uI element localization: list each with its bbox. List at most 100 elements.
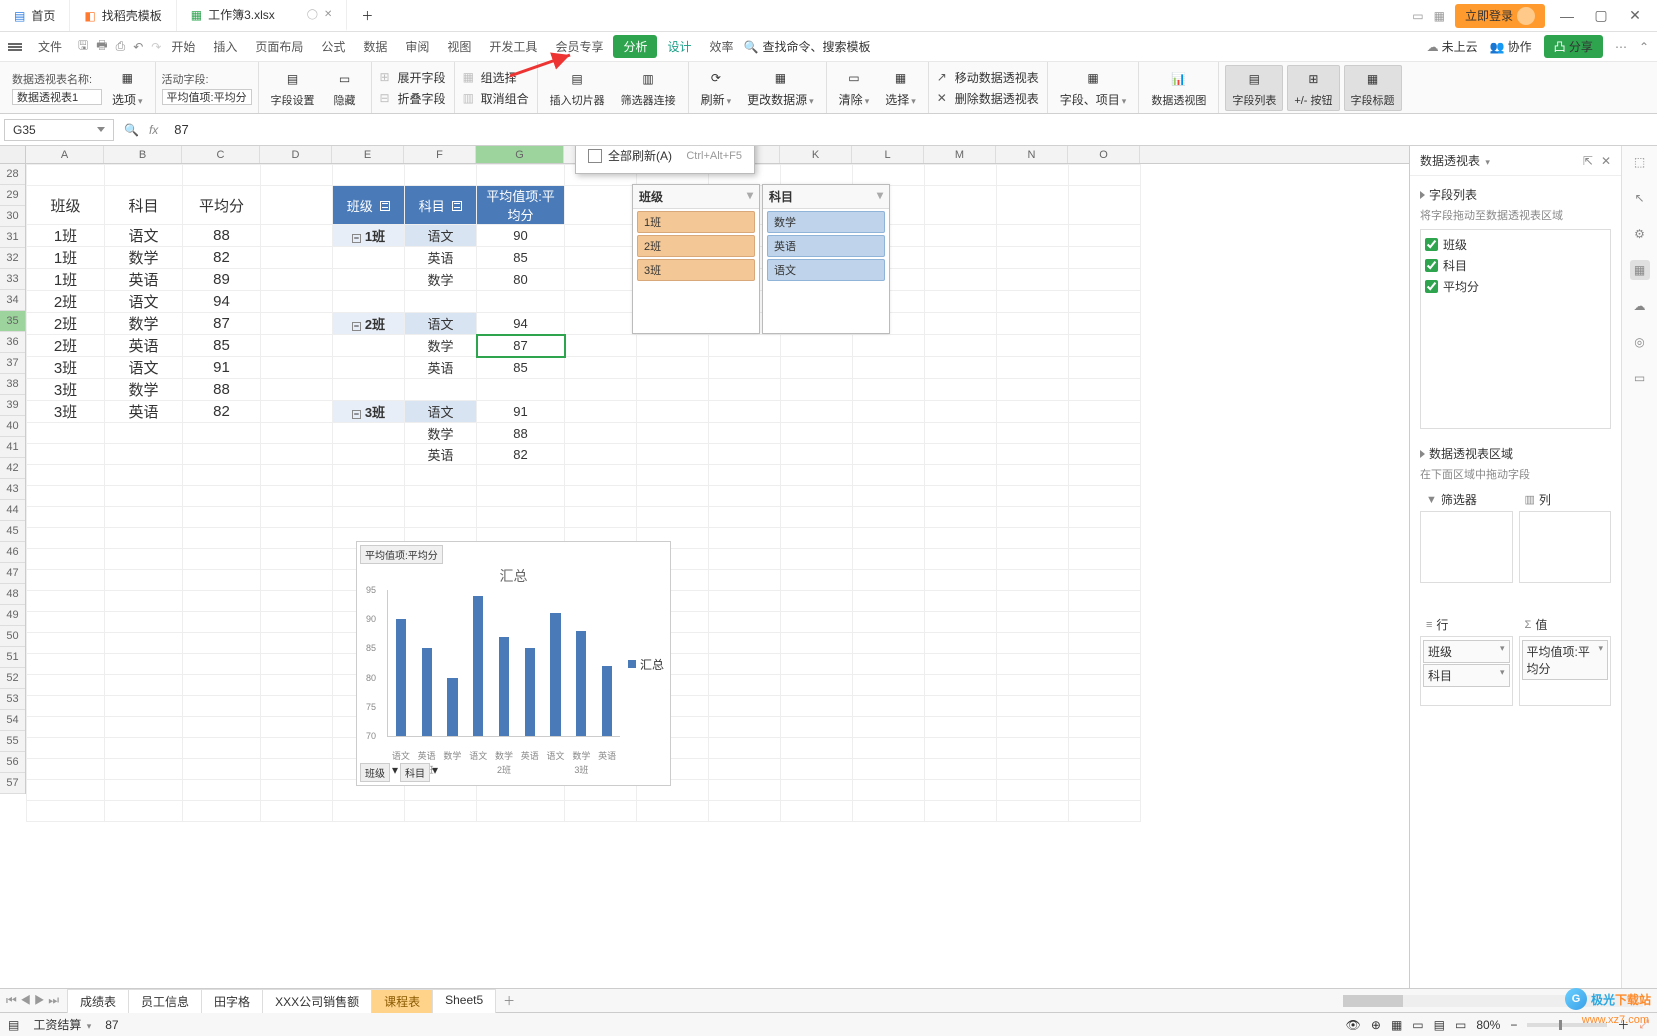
minimize-button[interactable]: — [1555, 8, 1579, 24]
cell[interactable] [781, 759, 853, 780]
cell[interactable] [853, 570, 925, 591]
cell[interactable] [781, 379, 853, 401]
cell[interactable]: 语文 [105, 357, 183, 379]
cell[interactable] [261, 612, 333, 633]
row-header[interactable]: 32 [0, 248, 25, 269]
cell[interactable] [183, 675, 261, 696]
cell[interactable] [261, 780, 333, 801]
cell[interactable] [709, 717, 781, 738]
cell[interactable] [709, 444, 781, 465]
cell[interactable] [183, 423, 261, 444]
cell[interactable] [925, 379, 997, 401]
cell[interactable] [997, 225, 1069, 247]
cell[interactable] [405, 801, 477, 822]
cell[interactable] [261, 507, 333, 528]
rail-settings-icon[interactable]: ⚙ [1630, 224, 1650, 244]
cell[interactable] [27, 675, 105, 696]
col-header[interactable]: N [996, 146, 1068, 163]
pivot-chart[interactable]: 平均值项:平均分 汇总 汇总 707580859095语文英语数学语文数学英语语… [356, 541, 671, 786]
cell[interactable] [925, 654, 997, 675]
cell[interactable] [105, 507, 183, 528]
cell[interactable] [477, 291, 565, 313]
cell[interactable] [1069, 696, 1141, 717]
cell[interactable] [997, 291, 1069, 313]
row-header[interactable]: 40 [0, 416, 25, 437]
cell[interactable] [183, 465, 261, 486]
cell[interactable]: 英语 [405, 247, 477, 269]
cell[interactable] [997, 612, 1069, 633]
collapse-ribbon-icon[interactable]: ⌃ [1639, 40, 1649, 54]
row-header[interactable]: 49 [0, 605, 25, 626]
cell[interactable] [1069, 612, 1141, 633]
cell[interactable] [105, 528, 183, 549]
cell[interactable] [261, 269, 333, 291]
cell[interactable] [997, 401, 1069, 423]
cell[interactable]: 3班 [27, 401, 105, 423]
cell[interactable] [709, 486, 781, 507]
cell[interactable]: 2班 [27, 291, 105, 313]
cell[interactable] [105, 780, 183, 801]
values-drop-area[interactable]: 平均值项:平均分▾ [1519, 636, 1612, 706]
row-header[interactable]: 46 [0, 542, 25, 563]
cell[interactable]: 科目 [405, 186, 477, 225]
cell[interactable] [1069, 335, 1141, 357]
menu-formula[interactable]: 公式 [313, 34, 353, 59]
cell[interactable] [27, 528, 105, 549]
cell[interactable] [261, 247, 333, 269]
cell[interactable] [925, 423, 997, 444]
cell[interactable]: 语文 [405, 225, 477, 247]
cell[interactable]: 语文 [405, 401, 477, 423]
rail-pivot-icon[interactable]: ▦ [1630, 260, 1650, 280]
slicer-item[interactable]: 语文 [767, 259, 885, 281]
cell[interactable]: 85 [477, 247, 565, 269]
cell[interactable] [781, 401, 853, 423]
cell[interactable] [637, 335, 709, 357]
cell[interactable] [261, 165, 333, 186]
cell[interactable] [333, 291, 405, 313]
col-header[interactable]: L [852, 146, 924, 163]
cell[interactable]: 94 [477, 313, 565, 335]
cell[interactable] [27, 738, 105, 759]
cell[interactable] [261, 401, 333, 423]
login-button[interactable]: 立即登录 [1455, 4, 1545, 28]
cell[interactable]: 85 [477, 357, 565, 379]
cell[interactable] [925, 269, 997, 291]
magnify-icon[interactable]: 🔍 [124, 123, 139, 137]
sb-eye-icon[interactable]: 👁 [1346, 1018, 1361, 1032]
delete-pivot-button[interactable]: ✕删除数据透视表 [935, 89, 1041, 108]
cell[interactable] [105, 717, 183, 738]
apps-icon[interactable]: ▦ [1434, 9, 1445, 23]
cell[interactable] [261, 335, 333, 357]
cell[interactable] [925, 507, 997, 528]
cell[interactable] [565, 291, 637, 313]
row-header[interactable]: 47 [0, 563, 25, 584]
cell[interactable] [333, 165, 405, 186]
filter-conn-button[interactable]: ▥筛选器连接 [615, 66, 682, 110]
cell[interactable] [709, 549, 781, 570]
sb-reader-icon[interactable]: ▭ [1455, 1018, 1466, 1032]
cell[interactable] [261, 186, 333, 225]
sheet-tab[interactable]: Sheet5 [432, 989, 496, 1013]
cell[interactable] [565, 507, 637, 528]
cell[interactable] [183, 486, 261, 507]
cell[interactable] [183, 507, 261, 528]
cell[interactable] [333, 507, 405, 528]
cell[interactable] [565, 801, 637, 822]
cell[interactable] [105, 570, 183, 591]
cell[interactable]: −1班 [333, 225, 405, 247]
row-header[interactable]: 43 [0, 479, 25, 500]
cell[interactable] [997, 165, 1069, 186]
cell[interactable] [997, 654, 1069, 675]
tab-templates[interactable]: ◧ 找稻壳模板 [70, 0, 176, 31]
cell[interactable] [1069, 313, 1141, 335]
cell[interactable] [925, 357, 997, 379]
cell[interactable] [565, 379, 637, 401]
cell[interactable] [27, 444, 105, 465]
cell[interactable] [997, 357, 1069, 379]
menu-insert[interactable]: 插入 [205, 34, 245, 59]
menu-review[interactable]: 审阅 [397, 34, 437, 59]
close-pane-icon[interactable]: ✕ [1601, 154, 1611, 168]
rail-cursor-icon[interactable]: ↖ [1630, 188, 1650, 208]
cell[interactable] [27, 423, 105, 444]
row-header[interactable]: 28 [0, 164, 25, 185]
